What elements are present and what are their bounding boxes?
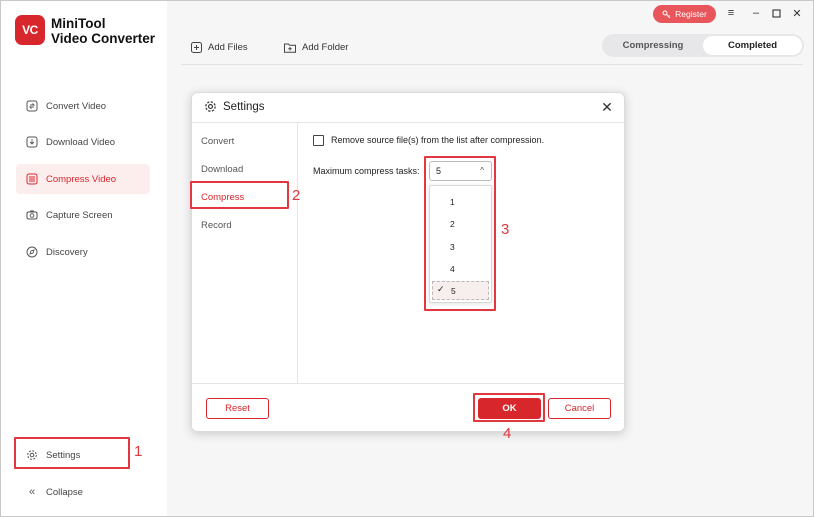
- remove-source-checkbox[interactable]: [313, 135, 324, 146]
- sidebar-item-discovery[interactable]: Discovery: [16, 237, 150, 267]
- highlight-box-settings: [14, 437, 130, 469]
- dialog-title-text: Settings: [223, 100, 265, 113]
- tab-convert[interactable]: Convert: [201, 136, 234, 147]
- sidebar-item-label: Download Video: [46, 136, 116, 148]
- sidebar-item-label: Convert Video: [46, 100, 107, 112]
- tab-completed[interactable]: Completed: [703, 36, 802, 55]
- double-chevron-left-icon: «: [28, 486, 36, 498]
- highlight-box-dropdown: [424, 156, 496, 311]
- camera-icon: [25, 208, 39, 222]
- add-folder-label: Add Folder: [302, 41, 349, 53]
- close-window-icon[interactable]: ✕: [790, 6, 804, 20]
- app-brand: MiniTool Video Converter: [51, 16, 155, 46]
- sidebar-item-compress-video[interactable]: Compress Video: [16, 164, 150, 194]
- convert-icon: [25, 99, 39, 113]
- gear-icon: [205, 101, 216, 112]
- brand-line-1: MiniTool: [51, 16, 106, 31]
- max-tasks-label: Maximum compress tasks:: [313, 166, 420, 176]
- add-files-label: Add Files: [208, 41, 248, 53]
- collapse-button[interactable]: « Collapse: [16, 477, 150, 507]
- annotation-number-2: 2: [292, 187, 301, 204]
- toolbar-divider: [181, 64, 803, 65]
- menu-icon[interactable]: ≡: [724, 6, 738, 20]
- tab-download[interactable]: Download: [201, 164, 243, 175]
- settings-dialog: Settings ✕ Convert Download Compress Rec…: [191, 92, 625, 432]
- minimize-icon[interactable]: –: [749, 6, 763, 20]
- annotation-number-1: 1: [134, 443, 143, 460]
- compass-icon: [25, 245, 39, 259]
- tab-compressing[interactable]: Compressing: [604, 36, 702, 55]
- dialog-title: Settings: [204, 100, 265, 113]
- sidebar-item-convert-video[interactable]: Convert Video: [16, 91, 150, 121]
- register-label: Register: [675, 9, 707, 19]
- remove-source-label: Remove source file(s) from the list afte…: [331, 135, 545, 145]
- key-icon: [662, 10, 671, 18]
- download-icon: [25, 135, 39, 149]
- sidebar-item-label: Discovery: [46, 246, 88, 258]
- sidebar-item-download-video[interactable]: Download Video: [16, 127, 150, 157]
- register-button[interactable]: Register: [653, 5, 716, 23]
- status-segmented-control: Compressing Completed: [602, 34, 804, 57]
- annotation-number-3: 3: [501, 221, 510, 238]
- sidebar-item-label: Compress Video: [46, 173, 117, 185]
- sidebar-item-label: Capture Screen: [46, 209, 113, 221]
- highlight-box-compress-tab: [190, 181, 289, 209]
- folder-icon: [284, 43, 296, 53]
- dialog-footer-divider: [192, 383, 624, 384]
- app-logo: VC: [15, 15, 45, 45]
- add-file-icon: [191, 41, 202, 53]
- close-icon[interactable]: ✕: [599, 99, 615, 115]
- maximize-icon[interactable]: [769, 6, 783, 20]
- tab-record[interactable]: Record: [201, 220, 232, 231]
- cancel-button[interactable]: Cancel: [548, 398, 611, 419]
- reset-button[interactable]: Reset: [206, 398, 269, 419]
- highlight-box-ok: [473, 393, 545, 422]
- settings-tab-list: Convert Download Compress Record: [192, 123, 298, 383]
- compress-icon: [25, 172, 39, 186]
- brand-line-2: Video Converter: [51, 31, 156, 46]
- annotation-number-4: 4: [503, 425, 512, 442]
- add-files-button[interactable]: Add Files: [191, 39, 248, 55]
- add-folder-button[interactable]: Add Folder: [284, 39, 348, 55]
- collapse-label: Collapse: [46, 486, 83, 498]
- app-window: VC MiniTool Video Converter Convert Vide…: [0, 0, 814, 517]
- sidebar-item-capture-screen[interactable]: Capture Screen: [16, 200, 150, 230]
